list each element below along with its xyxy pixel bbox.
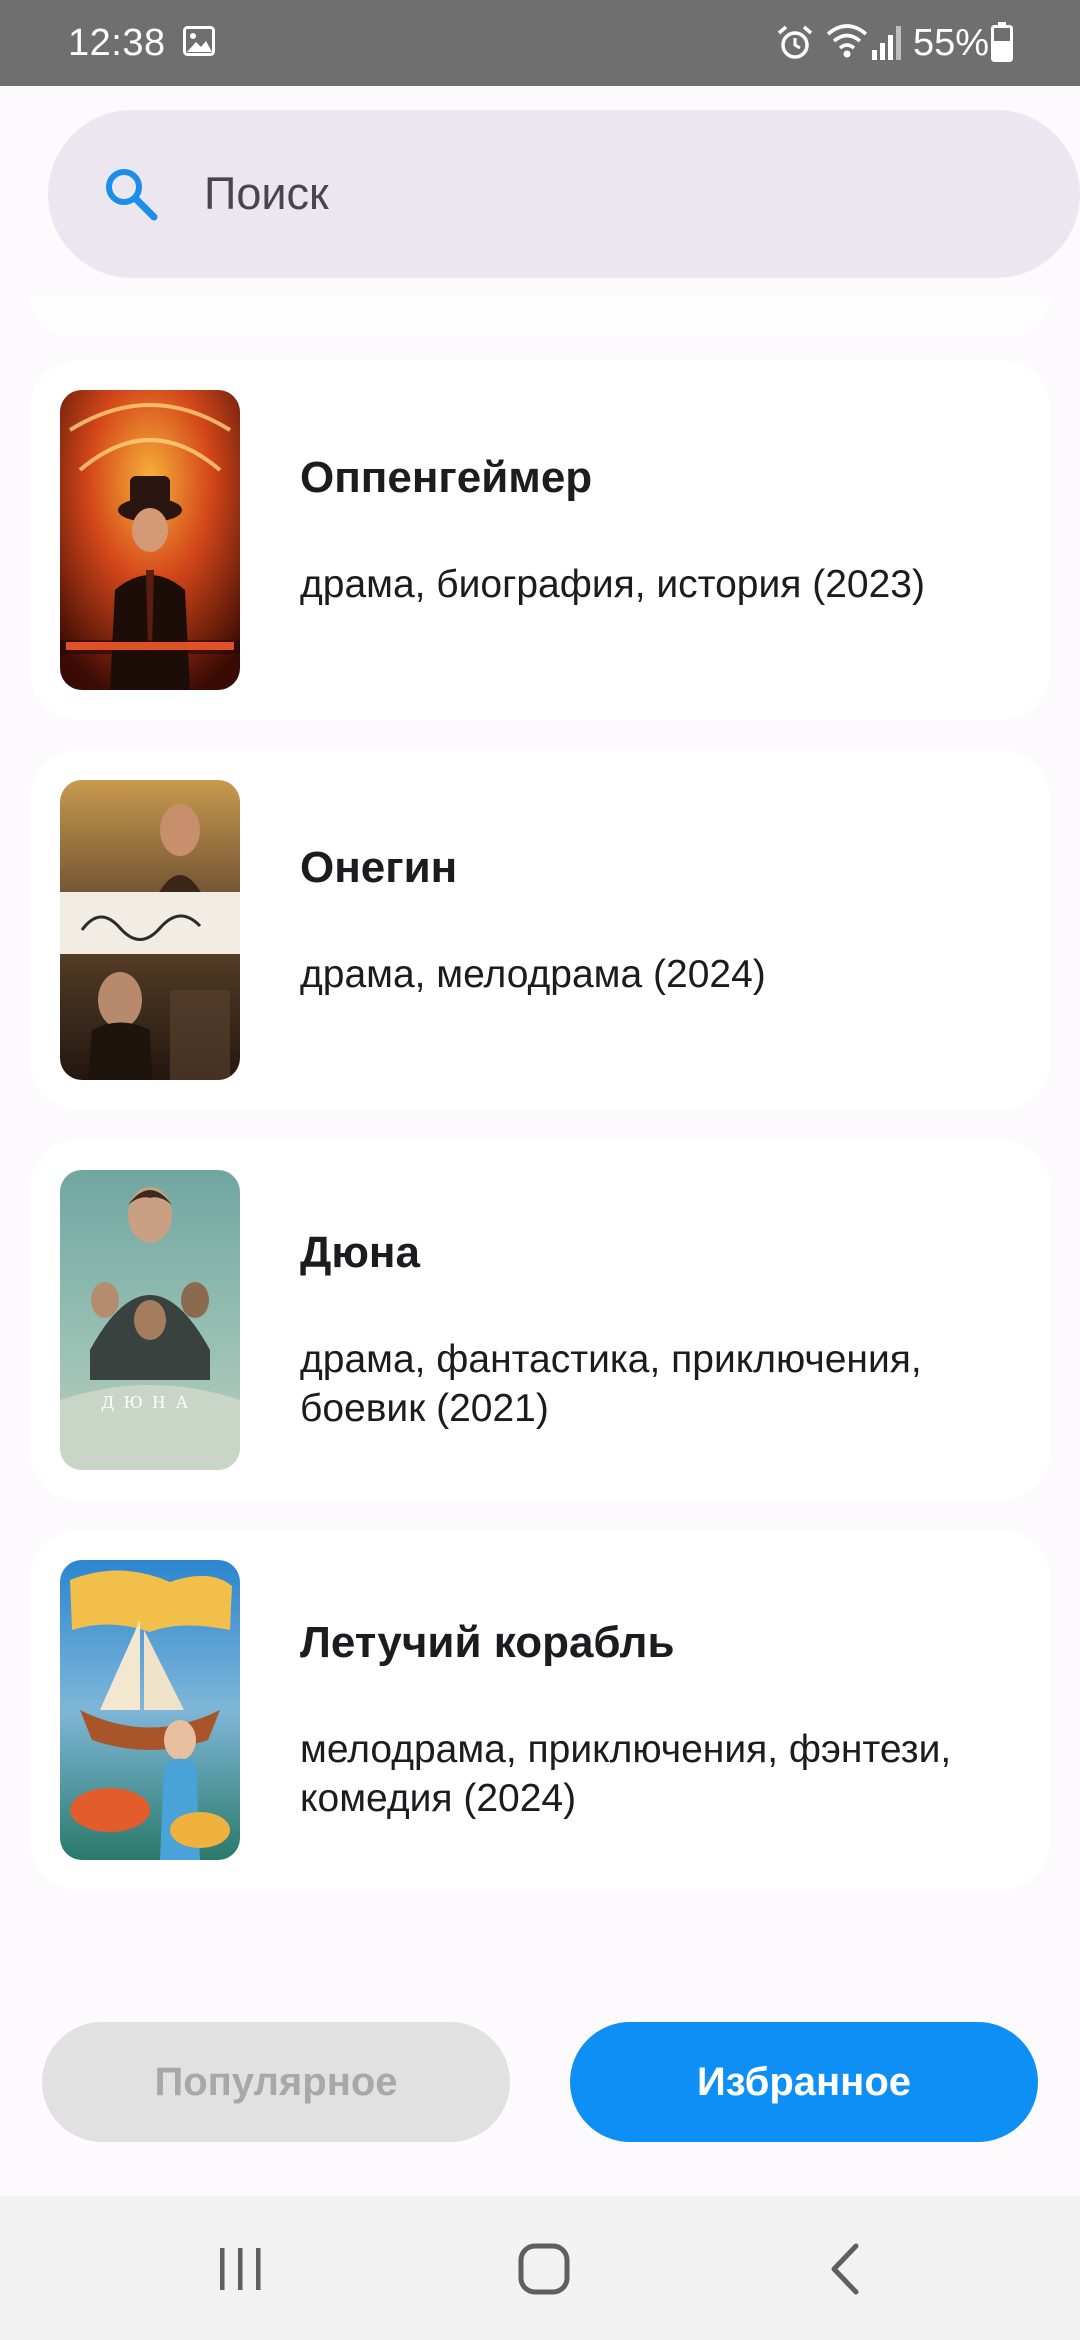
tab-popular[interactable]: Популярное — [42, 2022, 510, 2142]
battery-icon — [991, 22, 1013, 62]
movie-genres: драма, биография, история (2023) — [300, 563, 925, 606]
wifi-icon — [826, 24, 868, 58]
movie-card-oppenheimer[interactable]: Оппенгеймер драма, биография, история (2… — [30, 360, 1050, 720]
movie-genres: мелодрама, приключения, фэнтези, комедия… — [300, 1728, 952, 1820]
gallery-icon — [183, 26, 215, 56]
home-icon[interactable] — [518, 2242, 570, 2296]
movie-card-flying-ship[interactable]: Летучий корабль мелодрама, приключения, … — [30, 1530, 1050, 1890]
movie-title: Онегин — [300, 843, 458, 892]
back-icon[interactable] — [826, 2242, 866, 2296]
movie-poster: ДЮНА — [60, 1170, 240, 1470]
search-icon — [106, 169, 158, 221]
system-nav-bar — [0, 2196, 1080, 2340]
signal-icon — [872, 26, 901, 60]
movie-genres: драма, мелодрама (2024) — [300, 953, 766, 996]
movie-poster — [60, 390, 240, 690]
status-time: 12:38 — [68, 22, 166, 64]
movie-card-dune[interactable]: ДЮНА Дюна драма, фантастика, приключения… — [30, 1140, 1050, 1500]
recents-icon[interactable] — [216, 2246, 266, 2292]
battery-percent: 55% — [913, 22, 990, 64]
status-bar: 12:38 55% — [0, 0, 1080, 86]
svg-text:ДЮНА: ДЮНА — [102, 1392, 199, 1412]
movie-poster — [60, 780, 240, 1080]
tab-favorites[interactable]: Избранное — [570, 2022, 1038, 2142]
alarm-icon — [777, 25, 813, 59]
movie-poster — [60, 1560, 240, 1860]
movie-card-onegin[interactable]: Онегин драма, мелодрама (2024) — [30, 750, 1050, 1110]
movie-title: Летучий корабль — [300, 1618, 675, 1667]
movie-title: Оппенгеймер — [300, 453, 593, 502]
list-top-edge — [30, 296, 1050, 336]
movie-genres: драма, фантастика, приключения, боевик (… — [300, 1338, 922, 1430]
movie-title: Дюна — [300, 1228, 420, 1277]
search-input[interactable] — [204, 163, 1004, 225]
